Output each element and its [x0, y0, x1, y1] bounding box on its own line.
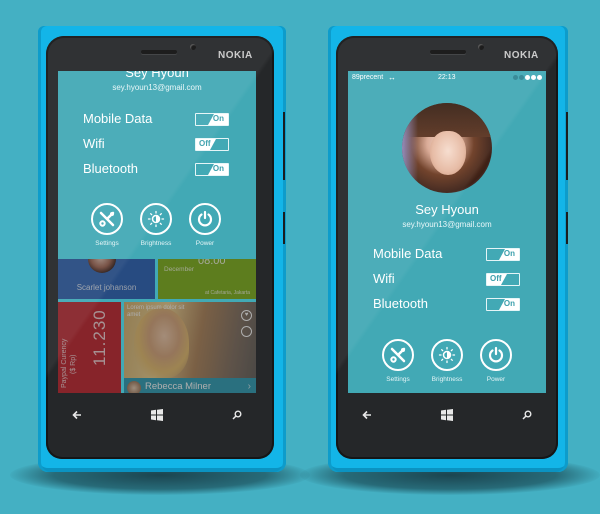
brightness-button[interactable]: Brightness [136, 203, 176, 247]
profile-name: Sey Hyoun [125, 71, 189, 80]
speaker [430, 50, 466, 54]
back-arrow-icon[interactable] [72, 410, 82, 420]
setting-label: Mobile Data [373, 246, 443, 261]
windows-logo-icon[interactable] [441, 409, 453, 421]
brightness-icon [147, 210, 165, 228]
bluetooth-toggle[interactable]: On [486, 298, 520, 311]
setting-bluetooth: Bluetooth On [58, 161, 256, 179]
lock-button [283, 212, 285, 244]
settings-button[interactable]: Settings [378, 339, 418, 383]
phone-front: NOKIA 89precent ↔ 22:13 Sey Hyoun sey.hy… [336, 36, 558, 459]
setting-mobile-data: Mobile Data On [58, 111, 256, 129]
setting-label: Bluetooth [373, 296, 428, 311]
data-transfer-icon: ↔ [388, 73, 396, 82]
back-arrow-icon[interactable] [362, 410, 372, 420]
mobile-data-toggle[interactable]: On [195, 113, 229, 126]
lock-button [566, 212, 568, 244]
profile-email: sey.hyoun13@gmail.com [112, 83, 202, 92]
search-icon[interactable] [522, 410, 532, 420]
currency-tile[interactable]: 11.230 Paypal Curency ($ Rp) [58, 302, 121, 393]
calendar-tile[interactable]: 08:00 December at Cafetaria, Jakarta [158, 259, 256, 299]
signal-icon [513, 75, 542, 80]
tools-icon [390, 347, 406, 363]
volume-button [566, 112, 568, 180]
brightness-icon [438, 346, 456, 364]
setting-bluetooth: Bluetooth On [348, 296, 546, 314]
power-button[interactable]: Power [185, 203, 225, 247]
setting-label: Wifi [373, 271, 395, 286]
brand-logo: NOKIA [218, 50, 253, 61]
brightness-button[interactable]: Brightness [427, 339, 467, 383]
wifi-toggle[interactable]: Off [486, 273, 520, 286]
bluetooth-toggle[interactable]: On [195, 163, 229, 176]
power-icon [197, 210, 213, 227]
setting-label: Wifi [83, 136, 105, 151]
battery-text: 89precent [352, 74, 384, 81]
search-icon[interactable] [232, 410, 242, 420]
wifi-toggle[interactable]: Off [195, 138, 229, 151]
hardware-nav [362, 406, 532, 424]
volume-button [283, 112, 285, 180]
profile-name: Sey Hyoun [415, 202, 479, 217]
settings-button[interactable]: Settings [87, 203, 127, 247]
mobile-data-toggle[interactable]: On [486, 248, 520, 261]
status-bar: 89precent ↔ 22:13 [348, 71, 546, 85]
setting-label: Bluetooth [83, 161, 138, 176]
setting-mobile-data: Mobile Data On [348, 246, 546, 264]
brand-logo: NOKIA [504, 50, 539, 61]
clock: 22:13 [438, 74, 456, 81]
windows-logo-icon[interactable] [151, 409, 163, 421]
speaker [141, 50, 177, 54]
screen: 89precent ↔ 22:13 Sey Hyoun sey.hyoun13@… [348, 71, 546, 393]
setting-wifi: Wifi Off [58, 136, 256, 154]
front-camera [478, 44, 484, 50]
front-camera [190, 44, 196, 50]
phone-front: NOKIA Sey Hyoun sey.hyoun13@gmail.com Mo… [46, 36, 274, 459]
tools-icon [99, 211, 115, 227]
photo-tile[interactable]: Lorem ipsum dolor sit amet ♥ Rebecca Mil… [124, 302, 256, 393]
profile-avatar[interactable] [402, 103, 492, 193]
hardware-nav [72, 406, 242, 424]
contact-tile[interactable]: Scarlet johanson [58, 259, 155, 299]
setting-wifi: Wifi Off [348, 271, 546, 289]
setting-label: Mobile Data [83, 111, 153, 126]
screen: Sey Hyoun sey.hyoun13@gmail.com Mobile D… [58, 71, 256, 393]
profile-email: sey.hyoun13@gmail.com [402, 220, 492, 229]
power-button[interactable]: Power [476, 339, 516, 383]
power-icon [488, 346, 504, 363]
